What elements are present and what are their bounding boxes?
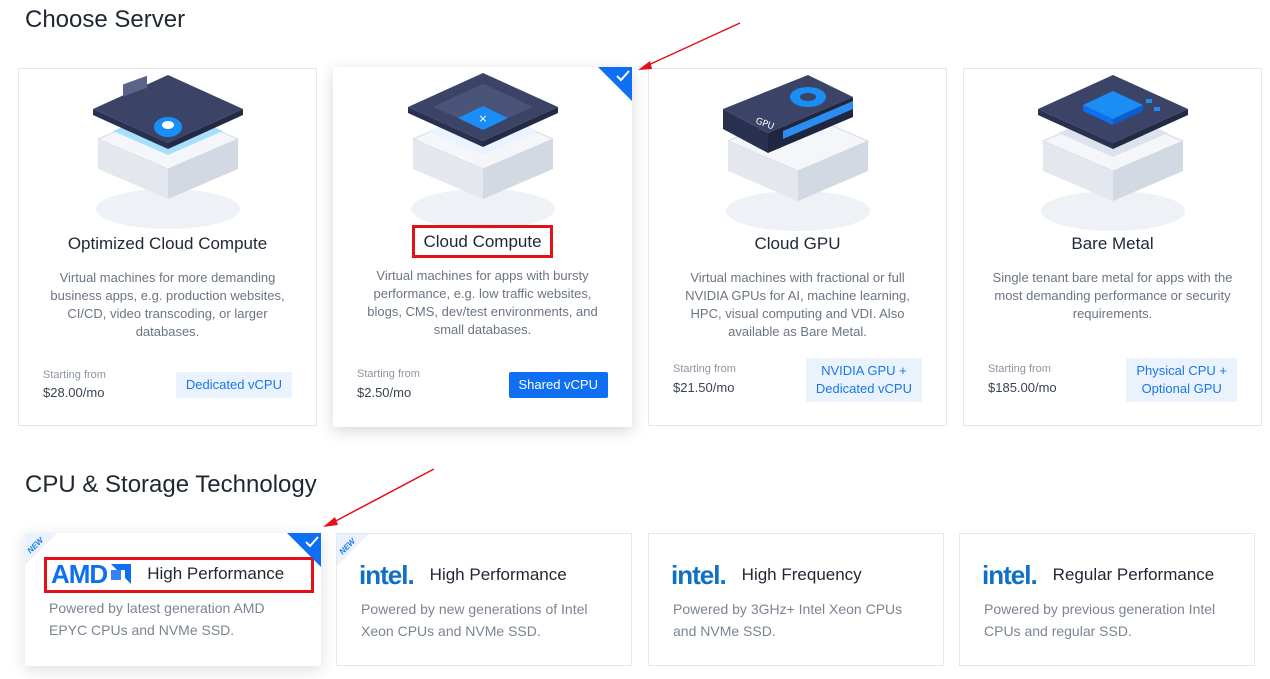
tech-title: Regular Performance — [1052, 565, 1215, 584]
tech-description: Powered by previous generation Intel CPU… — [984, 601, 1216, 639]
server-tag: NVIDIA GPU + Dedicated vCPU — [805, 358, 922, 402]
tech-description: Powered by 3GHz+ Intel Xeon CPUs and NVM… — [673, 601, 903, 639]
server-tag: Dedicated vCPU — [175, 372, 292, 398]
server-price: $2.50/mo — [357, 385, 412, 400]
selected-check-icon — [287, 533, 321, 567]
tech-card-intel-regular-performance[interactable]: intel. Regular Performance Powered by pr… — [959, 533, 1255, 666]
selected-check-icon — [598, 67, 632, 101]
starting-from-label: Starting from — [357, 368, 420, 380]
server-name: Bare Metal — [1071, 234, 1154, 253]
intel-logo: intel. — [359, 559, 415, 590]
server-price: $185.00/mo — [988, 380, 1057, 395]
tag-line-2: Dedicated vCPU — [815, 381, 912, 396]
amd-arrow-icon — [111, 564, 132, 584]
intel-logo: intel. — [671, 559, 727, 590]
server-description: Single tenant bare metal for apps with t… — [992, 270, 1233, 321]
gpu-icon: GPU — [722, 75, 870, 231]
server-card-bare-metal[interactable]: Bare Metal Single tenant bare metal for … — [963, 68, 1262, 426]
starting-from-label: Starting from — [988, 363, 1051, 375]
tech-card-intel-high-performance[interactable]: NEW intel. High Performance Powered by n… — [336, 533, 632, 666]
server-description: Virtual machines for more demanding busi… — [50, 270, 285, 339]
server-name: Cloud Compute — [412, 225, 553, 258]
server-description: Virtual machines with fractional or full… — [685, 270, 910, 339]
tech-title: High Performance — [147, 564, 285, 583]
cloud-compute-icon: × — [407, 73, 558, 229]
server-price: $28.00/mo — [43, 385, 105, 400]
tech-description: Powered by latest generation AMD EPYC CP… — [49, 600, 265, 638]
optimized-server-icon — [92, 75, 243, 229]
tag-line-2: Optional GPU — [1141, 381, 1222, 396]
server-name: Cloud GPU — [754, 234, 841, 253]
server-name: Optimized Cloud Compute — [67, 234, 268, 253]
section-title-server: Choose Server — [25, 6, 186, 33]
tech-card-intel-high-frequency[interactable]: intel. High Frequency Powered by 3GHz+ I… — [648, 533, 944, 666]
server-tag: Physical CPU + Optional GPU — [1126, 358, 1237, 402]
intel-logo: intel. — [982, 559, 1038, 590]
tech-title: High Frequency — [741, 565, 862, 584]
starting-from-label: Starting from — [43, 369, 106, 381]
annotation-arrow-server — [638, 22, 741, 70]
bare-metal-icon — [1037, 75, 1188, 231]
server-card-cloud-gpu[interactable]: GPU Cloud GPU Virtual machines with frac… — [648, 68, 947, 426]
server-card-cloud-compute[interactable]: × Cloud Compute Virtual machines for app… — [333, 67, 632, 427]
tag-line-1: NVIDIA GPU + — [821, 363, 907, 378]
annotation-arrow-tech — [323, 468, 435, 527]
tech-description: Powered by new generations of Intel Xeon… — [361, 601, 588, 639]
section-title-tech: CPU & Storage Technology — [25, 471, 317, 498]
server-price: $21.50/mo — [673, 380, 735, 395]
tag-line-1: Physical CPU + — [1136, 363, 1227, 378]
server-tag: Shared vCPU — [508, 372, 608, 398]
starting-from-label: Starting from — [673, 363, 736, 375]
server-card-optimized[interactable]: Optimized Cloud Compute Virtual machines… — [18, 68, 317, 426]
svg-text:×: × — [478, 112, 487, 125]
tech-title: High Performance — [429, 565, 567, 584]
tech-card-amd-high-performance[interactable]: NEW AMD High Performance Powered by late… — [25, 533, 321, 666]
server-description: Virtual machines for apps with bursty pe… — [367, 268, 598, 337]
amd-logo: AMD — [51, 558, 108, 589]
